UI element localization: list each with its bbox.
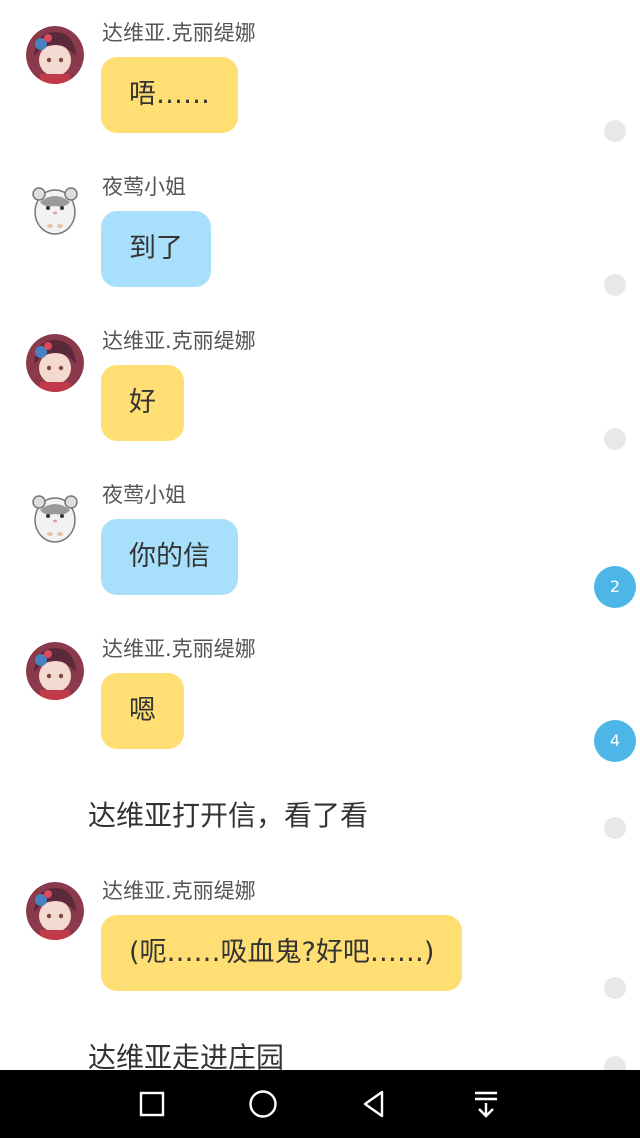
sender-name: 达维亚.克丽缇娜 <box>102 637 256 661</box>
chat-list[interactable]: 达维亚.克丽缇娜 唔…… 夜莺小姐 到了 达维亚.克丽缇娜 好 夜莺小姐 你的信… <box>0 0 640 1070</box>
message-bubble[interactable]: 到了 <box>101 211 211 287</box>
message-bubble[interactable]: 唔…… <box>101 57 238 133</box>
sender-name: 夜莺小姐 <box>102 483 186 507</box>
comment-count-badge[interactable]: 2 <box>594 566 636 608</box>
hamster-avatar[interactable] <box>26 488 84 546</box>
recent-apps-icon <box>139 1091 165 1117</box>
narration-text[interactable]: 达维亚走进庄园 <box>88 1040 284 1070</box>
message-bubble[interactable]: 嗯 <box>101 673 184 749</box>
read-indicator-dot <box>604 274 626 296</box>
back-icon <box>363 1090 384 1118</box>
hamster-avatar[interactable] <box>26 180 84 238</box>
sender-name: 达维亚.克丽缇娜 <box>102 329 256 353</box>
girl-avatar[interactable] <box>26 882 84 940</box>
notification-pull-button[interactable] <box>466 1084 506 1124</box>
read-indicator-dot <box>604 1056 626 1070</box>
comment-count-badge[interactable]: 4 <box>594 720 636 762</box>
sender-name: 夜莺小姐 <box>102 175 186 199</box>
notification-pull-icon <box>475 1091 497 1118</box>
back-button[interactable] <box>354 1084 394 1124</box>
home-icon <box>249 1090 277 1118</box>
recent-apps-button[interactable] <box>132 1084 172 1124</box>
sender-name: 达维亚.克丽缇娜 <box>102 21 256 45</box>
sender-name: 达维亚.克丽缇娜 <box>102 879 256 903</box>
message-bubble[interactable]: 你的信 <box>101 519 238 595</box>
read-indicator-dot <box>604 120 626 142</box>
narration-text[interactable]: 达维亚打开信，看了看 <box>88 798 368 834</box>
system-navigation-bar <box>0 1070 640 1138</box>
message-bubble[interactable]: 好 <box>101 365 184 441</box>
girl-avatar[interactable] <box>26 642 84 700</box>
read-indicator-dot <box>604 428 626 450</box>
girl-avatar[interactable] <box>26 334 84 392</box>
read-indicator-dot <box>604 977 626 999</box>
message-bubble[interactable]: (呃……吸血鬼?好吧……) <box>101 915 463 991</box>
girl-avatar[interactable] <box>26 26 84 84</box>
read-indicator-dot <box>604 817 626 839</box>
home-button[interactable] <box>243 1084 283 1124</box>
